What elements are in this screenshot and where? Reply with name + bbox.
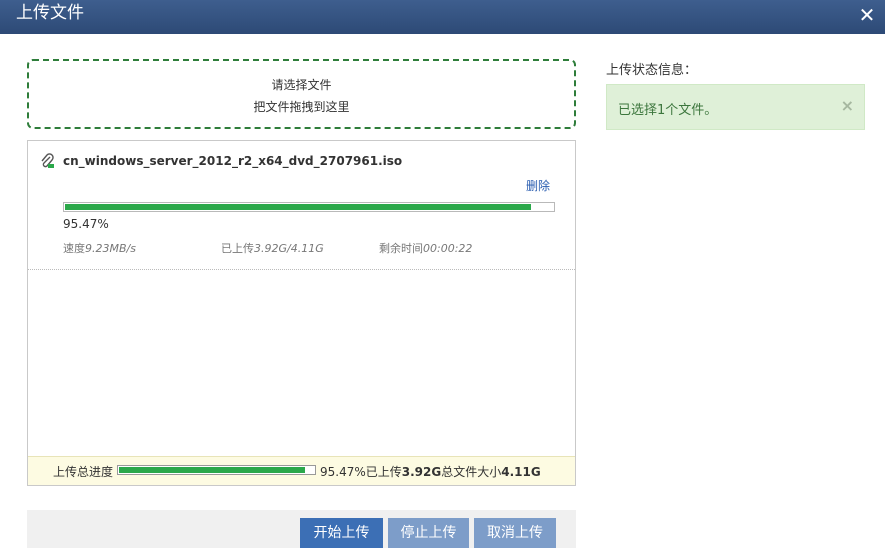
cancel-upload-button[interactable]: 取消上传 [474, 518, 556, 548]
file-name: cn_windows_server_2012_r2_x64_dvd_270796… [63, 154, 403, 168]
status-title: 上传状态信息： [606, 63, 698, 78]
delete-file-link[interactable]: 删除 [526, 177, 550, 194]
total-size: 4.11G [501, 465, 541, 479]
close-icon[interactable]: ✕ [857, 5, 877, 25]
speed-label: 速度 [63, 242, 85, 255]
start-upload-button[interactable]: 开始上传 [300, 518, 383, 548]
dialog-footer: 开始上传 停止上传 取消上传 [27, 510, 576, 548]
total-progress-bar [117, 465, 316, 475]
dialog-titlebar: 上传文件 ✕ [0, 0, 885, 34]
dismiss-icon[interactable]: × [841, 96, 854, 115]
file-progress-percent: 95.47% [63, 217, 109, 231]
file-progress-bar [63, 202, 555, 212]
total-progress-fill [119, 467, 306, 473]
total-progress-bar-row: 上传总进度 95.47%已上传3.92G总文件大小4.11G [28, 456, 575, 485]
total-progress-text: 95.47%已上传3.92G总文件大小4.11G [320, 463, 541, 480]
uploaded-value: 3.92G/4.11G [254, 242, 324, 255]
drag-hint-label: 把文件拖拽到这里 [253, 100, 350, 114]
total-size-label: 总文件大小 [441, 465, 502, 479]
remaining-time: 剩余时间00:00:22 [379, 240, 472, 256]
total-uploaded: 3.92G [401, 465, 442, 479]
remaining-value: 00:00:22 [423, 242, 473, 255]
total-progress-label: 上传总进度 [53, 465, 114, 479]
uploaded-label: 已上传 [221, 242, 254, 255]
paperclip-icon [41, 153, 54, 168]
uploaded-size: 已上传3.92G/4.11G [221, 240, 324, 256]
select-file-label[interactable]: 请选择文件 [29, 76, 574, 93]
file-list-panel: cn_windows_server_2012_r2_x64_dvd_270796… [27, 140, 576, 486]
remaining-label: 剩余时间 [379, 242, 423, 255]
status-message: 已选择1个文件。 [618, 103, 718, 118]
file-progress-fill [65, 204, 531, 210]
file-dropzone[interactable]: 请选择文件 把文件拖拽到这里 [27, 59, 576, 129]
status-alert: 已选择1个文件。 × [606, 84, 865, 130]
dialog-title: 上传文件 [16, 3, 84, 23]
file-item: cn_windows_server_2012_r2_x64_dvd_270796… [28, 141, 575, 270]
upload-speed: 速度9.23MB/s [63, 240, 136, 256]
stop-upload-button[interactable]: 停止上传 [388, 518, 469, 548]
speed-value: 9.23MB/s [85, 242, 136, 255]
total-percent: 95.47%已上传 [320, 465, 402, 479]
